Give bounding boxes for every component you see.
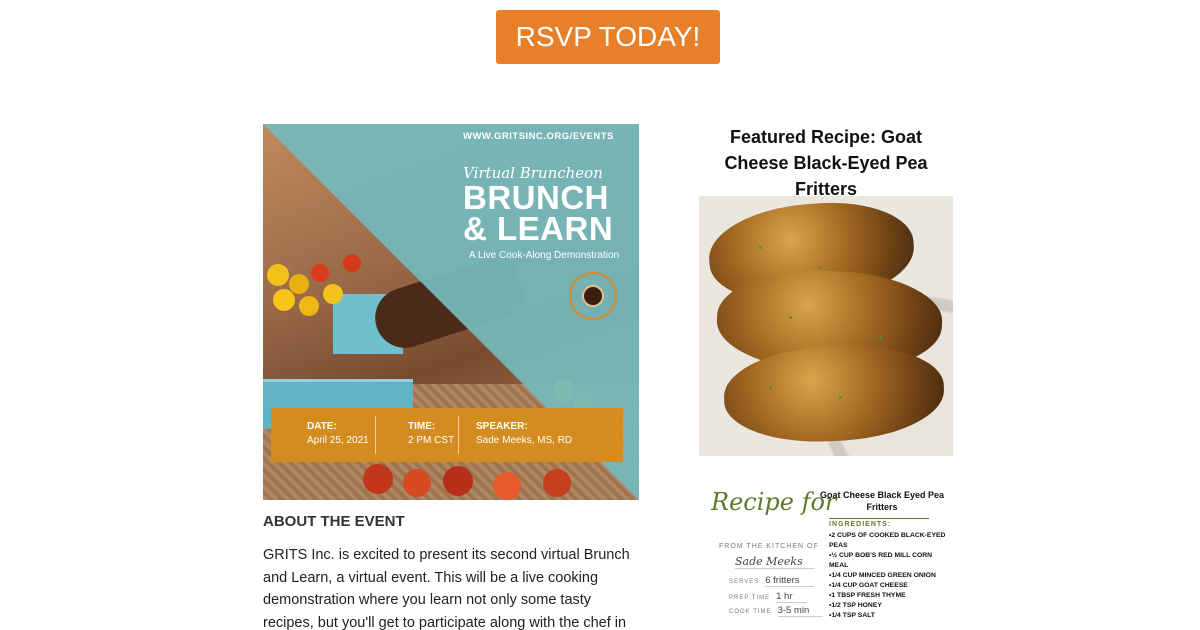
featured-recipe-title: Featured Recipe: Goat Cheese Black-Eyed … <box>724 127 928 199</box>
time-label: TIME: <box>408 421 436 432</box>
cook-row: COOK TIME 3-5 min <box>729 605 824 617</box>
serves-row: SERVES 6 fritters <box>729 575 814 587</box>
list-item: 1/2 TSP HONEY <box>829 601 949 611</box>
tomato-decor <box>273 289 295 311</box>
list-item: 1/4 CUP GOAT CHEESE <box>829 581 949 591</box>
tomato-decor <box>267 264 289 286</box>
herb-speck <box>819 266 822 269</box>
tomato-decor <box>343 254 361 272</box>
serves-value: 6 fritters <box>765 575 814 587</box>
flyer-url: WWW.GRITSINC.ORG/EVENTS <box>463 131 614 142</box>
grits-logo-icon <box>569 272 617 320</box>
list-item: 1/4 CUP MINCED GREEN ONION <box>829 571 949 581</box>
date-value: April 25, 2021 <box>307 435 369 446</box>
flyer-title-line2: & LEARN <box>463 210 614 247</box>
flyer-date: DATE: April 25, 2021 <box>271 408 375 462</box>
ingredients-heading: INGREDIENTS: <box>829 518 929 528</box>
fritter-photo <box>699 196 953 456</box>
tomato-decor <box>493 472 521 500</box>
time-value: 2 PM CST <box>408 435 455 446</box>
from-kitchen-label: FROM THE KITCHEN OF <box>719 543 819 550</box>
about-body: GRITS Inc. is excited to present its sec… <box>263 547 630 630</box>
rsvp-button[interactable]: RSVP TODAY! <box>496 10 720 64</box>
tomato-decor <box>543 469 571 497</box>
tomato-decor <box>403 469 431 497</box>
prep-value: 1 hr <box>776 591 807 603</box>
list-item: 1/4 TSP SALT <box>829 611 949 621</box>
cook-label: COOK TIME <box>729 609 772 615</box>
herb-speck <box>879 336 882 339</box>
flyer-time: TIME: 2 PM CST <box>376 408 458 462</box>
prep-label: PREP TIME <box>729 595 771 601</box>
flyer-subtitle: A Live Cook-Along Demonstration <box>469 250 620 261</box>
serves-label: SERVES <box>729 579 760 585</box>
ingredients-list: 2 CUPS OF COOKED BLACK-EYED PEAS ½ CUP B… <box>829 531 949 621</box>
chef-name: Sade Meeks <box>735 555 815 569</box>
about-heading: ABOUT THE EVENT <box>263 513 405 530</box>
fist-icon <box>582 285 604 307</box>
tomato-decor <box>289 274 309 294</box>
list-item: ½ CUP BOB'S RED MILL CORN MEAL <box>829 551 949 571</box>
recipe-card-title: Goat Cheese Black Eyed Pea Fritters <box>819 490 945 512</box>
tomato-decor <box>363 464 393 494</box>
date-label: DATE: <box>307 421 337 432</box>
herb-speck <box>759 246 762 249</box>
speaker-label: SPEAKER: <box>476 421 528 432</box>
tomato-decor <box>299 296 319 316</box>
herb-speck <box>789 316 792 319</box>
herb-speck <box>769 386 772 389</box>
flyer-title: BRUNCH & LEARN <box>463 179 614 247</box>
event-flyer-image: WWW.GRITSINC.ORG/EVENTS Virtual Bruncheo… <box>263 124 639 500</box>
list-item: 1 TBSP FRESH THYME <box>829 591 949 601</box>
tomato-decor <box>323 284 343 304</box>
cook-value: 3-5 min <box>777 605 824 617</box>
flyer-info-bar: DATE: April 25, 2021 TIME: 2 PM CST SPEA… <box>271 408 623 462</box>
list-item: 2 CUPS OF COOKED BLACK-EYED PEAS <box>829 531 949 551</box>
herb-speck <box>839 396 842 399</box>
prep-row: PREP TIME 1 hr <box>729 591 807 603</box>
tomato-decor <box>443 466 473 496</box>
flyer-speaker: SPEAKER: Sade Meeks, MS, RD <box>459 408 572 462</box>
recipe-card: Recipe for Goat Cheese Black Eyed Pea Fr… <box>699 480 953 630</box>
tomato-decor <box>311 264 329 282</box>
flyer-title-line1: BRUNCH <box>463 179 609 216</box>
speaker-value: Sade Meeks, MS, RD <box>476 435 573 446</box>
